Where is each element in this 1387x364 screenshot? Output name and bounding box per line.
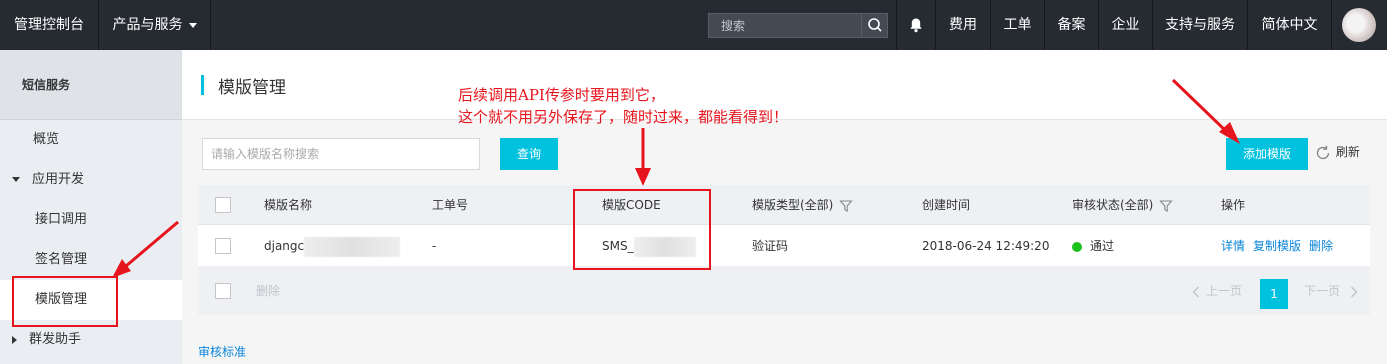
col-template-name: 模版名称 — [264, 198, 313, 212]
template-name-search-input[interactable] — [202, 138, 480, 170]
products-menu-label: 产品与服务 — [112, 17, 183, 33]
col-audit-status[interactable]: 审核状态(全部) — [1072, 185, 1173, 225]
page-title: 模版管理 — [218, 78, 286, 98]
nav-tickets-label: 工单 — [1003, 17, 1032, 33]
col-created-time: 创建时间 — [922, 198, 971, 212]
caret-down-icon — [12, 177, 20, 182]
delete-link[interactable]: 删除 — [1309, 239, 1333, 253]
copy-template-link[interactable]: 复制模版 — [1253, 239, 1301, 253]
search-button[interactable] — [861, 14, 887, 37]
next-page-button[interactable]: 下一页 — [1304, 282, 1358, 299]
nav-support-label: 支持与服务 — [1165, 17, 1235, 33]
col-audit-status-label: 审核状态(全部) — [1072, 198, 1154, 212]
console-title: 管理控制台 — [14, 17, 84, 33]
nav-enterprise-label: 企业 — [1111, 17, 1140, 33]
nav-icp-filing-label: 备案 — [1057, 17, 1086, 33]
bell-icon — [910, 18, 922, 33]
caret-right-icon — [12, 335, 17, 344]
annotation-line-1: 后续调用API传参时要用到它， — [458, 86, 665, 104]
console-home-link[interactable]: 管理控制台 — [0, 0, 99, 50]
audit-standard-link[interactable]: 审核标准 — [198, 343, 246, 360]
row-created-time: 2018-06-24 12:49:20 — [922, 239, 1050, 253]
refresh-label: 刷新 — [1335, 145, 1360, 159]
sidebar-item-overview[interactable]: 概览 — [0, 120, 182, 160]
prev-page-label: 上一页 — [1206, 284, 1243, 298]
footer-select-all-checkbox[interactable] — [215, 283, 231, 299]
nav-enterprise[interactable]: 企业 — [1099, 0, 1153, 50]
sidebar-item-label: 群发助手 — [29, 332, 82, 347]
col-ticket-number: 工单号 — [432, 198, 469, 212]
status-badge: 通过 — [1090, 239, 1115, 253]
highlight-box-template-mgmt — [12, 276, 118, 327]
user-avatar[interactable] — [1342, 8, 1376, 42]
row-audit-status: 通过 — [1072, 225, 1114, 267]
sidebar-item-label: 应用开发 — [32, 172, 85, 187]
status-ok-dot — [1072, 241, 1082, 252]
nav-icp-filing[interactable]: 备案 — [1045, 0, 1099, 50]
chevron-down-icon — [188, 22, 197, 28]
row-checkbox[interactable] — [215, 238, 231, 254]
refresh-icon — [1316, 145, 1330, 159]
sidebar-item-label: 接口调用 — [35, 212, 88, 227]
row-template-type: 验证码 — [752, 239, 789, 253]
col-template-type-label: 模版类型(全部) — [752, 198, 834, 212]
chevron-left-icon — [1192, 286, 1199, 297]
sidebar-item-api-call[interactable]: 接口调用 — [0, 200, 182, 240]
sidebar-item-sign-mgmt[interactable]: 签名管理 — [0, 240, 182, 280]
filter-icon — [839, 199, 853, 212]
nav-tickets[interactable]: 工单 — [991, 0, 1045, 50]
redacted-blur — [304, 236, 401, 257]
col-template-type[interactable]: 模版类型(全部) — [752, 185, 853, 225]
notification-bell[interactable] — [896, 0, 936, 50]
refresh-button[interactable]: 刷新 — [1314, 143, 1360, 162]
bulk-delete-button[interactable]: 删除 — [256, 282, 280, 299]
row-ticket-number: - — [432, 239, 437, 253]
nav-language-label: 简体中文 — [1261, 17, 1318, 33]
nav-support[interactable]: 支持与服务 — [1153, 0, 1248, 50]
nav-language[interactable]: 简体中文 — [1248, 0, 1332, 50]
nav-billing[interactable]: 费用 — [936, 0, 991, 50]
select-all-checkbox[interactable] — [215, 197, 231, 213]
row-actions: 详情 复制模版 删除 — [1221, 225, 1341, 267]
search-icon — [868, 18, 882, 32]
add-template-button[interactable]: 添加模版 — [1226, 138, 1308, 170]
global-search — [708, 13, 888, 38]
global-search-input[interactable] — [709, 14, 863, 37]
table-footer: 删除 上一页 1 下一页 — [198, 267, 1370, 315]
table-row: djangc - SMS_ 验证码 2018-06-24 12:49:20 通过… — [198, 225, 1370, 267]
table-header: 模版名称 工单号 模版CODE 模版类型(全部) 创建时间 审核状态(全部) 操… — [198, 185, 1370, 225]
sidebar-item-label: 概览 — [33, 132, 60, 147]
prev-page-button[interactable]: 上一页 — [1192, 282, 1242, 299]
title-accent-bar — [201, 75, 204, 95]
col-actions: 操作 — [1221, 198, 1246, 212]
chevron-right-icon — [1350, 286, 1358, 297]
highlight-box-template-code — [573, 189, 711, 270]
detail-link[interactable]: 详情 — [1221, 239, 1245, 253]
query-button[interactable]: 查询 — [500, 138, 558, 170]
top-navbar: 管理控制台 产品与服务 费用 工单 备案 企业 支持与服务 简体中文 — [0, 0, 1387, 50]
sidebar-title: 短信服务 — [0, 50, 182, 120]
page-number-current[interactable]: 1 — [1260, 279, 1288, 309]
next-page-label: 下一页 — [1304, 284, 1341, 298]
row-template-name: djangc — [264, 225, 401, 267]
sidebar-group-app-dev[interactable]: 应用开发 — [0, 160, 182, 200]
sidebar-item-label: 签名管理 — [35, 252, 88, 267]
annotation-line-2: 这个就不用另外保存了，随时过来，都能看得到！ — [458, 108, 789, 126]
nav-billing-label: 费用 — [949, 17, 977, 33]
products-menu[interactable]: 产品与服务 — [99, 0, 211, 50]
filter-icon — [1159, 199, 1173, 212]
template-name-value: djangc — [264, 239, 305, 253]
